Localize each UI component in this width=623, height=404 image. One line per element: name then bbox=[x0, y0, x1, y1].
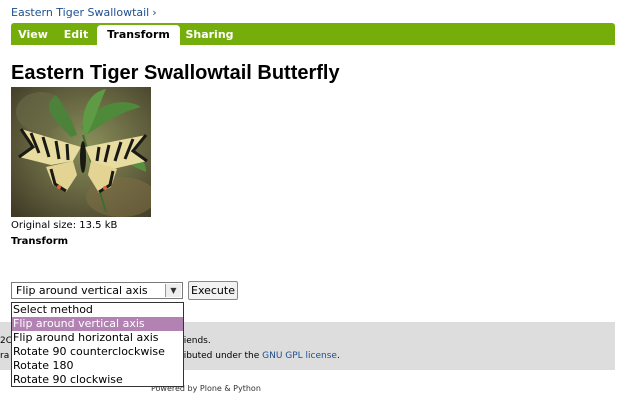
footer-line-2-text: ributed under the GNU GPL license. bbox=[180, 351, 340, 361]
content-tabs: View Edit Transform Sharing bbox=[11, 23, 615, 45]
option-select-method[interactable]: Select method bbox=[12, 303, 183, 317]
transform-method-select[interactable]: Flip around vertical axis ▼ bbox=[11, 282, 183, 299]
chevron-down-icon[interactable]: ▼ bbox=[165, 284, 181, 297]
tab-edit[interactable]: Edit bbox=[55, 25, 97, 45]
footer-line-1-text: riends. bbox=[180, 336, 211, 346]
option-rotate-180[interactable]: Rotate 180 bbox=[12, 359, 183, 373]
execute-button[interactable]: Execute bbox=[188, 281, 238, 300]
option-rotate-90-cw[interactable]: Rotate 90 clockwise bbox=[12, 373, 183, 387]
select-dropdown-list: Select method Flip around vertical axis … bbox=[11, 302, 184, 387]
tab-view[interactable]: View bbox=[11, 25, 55, 45]
original-size: Original size: 13.5 kB bbox=[11, 220, 118, 231]
butterfly-photo bbox=[11, 87, 151, 217]
gpl-license-link[interactable]: GNU GPL license bbox=[262, 351, 337, 361]
breadcrumb-separator: › bbox=[152, 6, 157, 19]
option-flip-horizontal[interactable]: Flip around horizontal axis bbox=[12, 331, 183, 345]
select-current-value: Flip around vertical axis bbox=[16, 284, 148, 297]
tab-transform[interactable]: Transform bbox=[97, 25, 180, 45]
transform-heading: Transform bbox=[11, 236, 69, 247]
breadcrumb: Eastern Tiger Swallowtail › bbox=[11, 6, 157, 19]
tab-sharing[interactable]: Sharing bbox=[180, 25, 239, 45]
breadcrumb-link[interactable]: Eastern Tiger Swallowtail bbox=[11, 6, 149, 19]
page-title: Eastern Tiger Swallowtail Butterfly bbox=[11, 62, 340, 84]
footer-line-2-end: . bbox=[336, 351, 340, 361]
footer-line-2-prefix: ributed under the bbox=[180, 351, 263, 361]
option-rotate-90-ccw[interactable]: Rotate 90 counterclockwise bbox=[12, 345, 183, 359]
option-flip-vertical[interactable]: Flip around vertical axis bbox=[12, 317, 183, 331]
